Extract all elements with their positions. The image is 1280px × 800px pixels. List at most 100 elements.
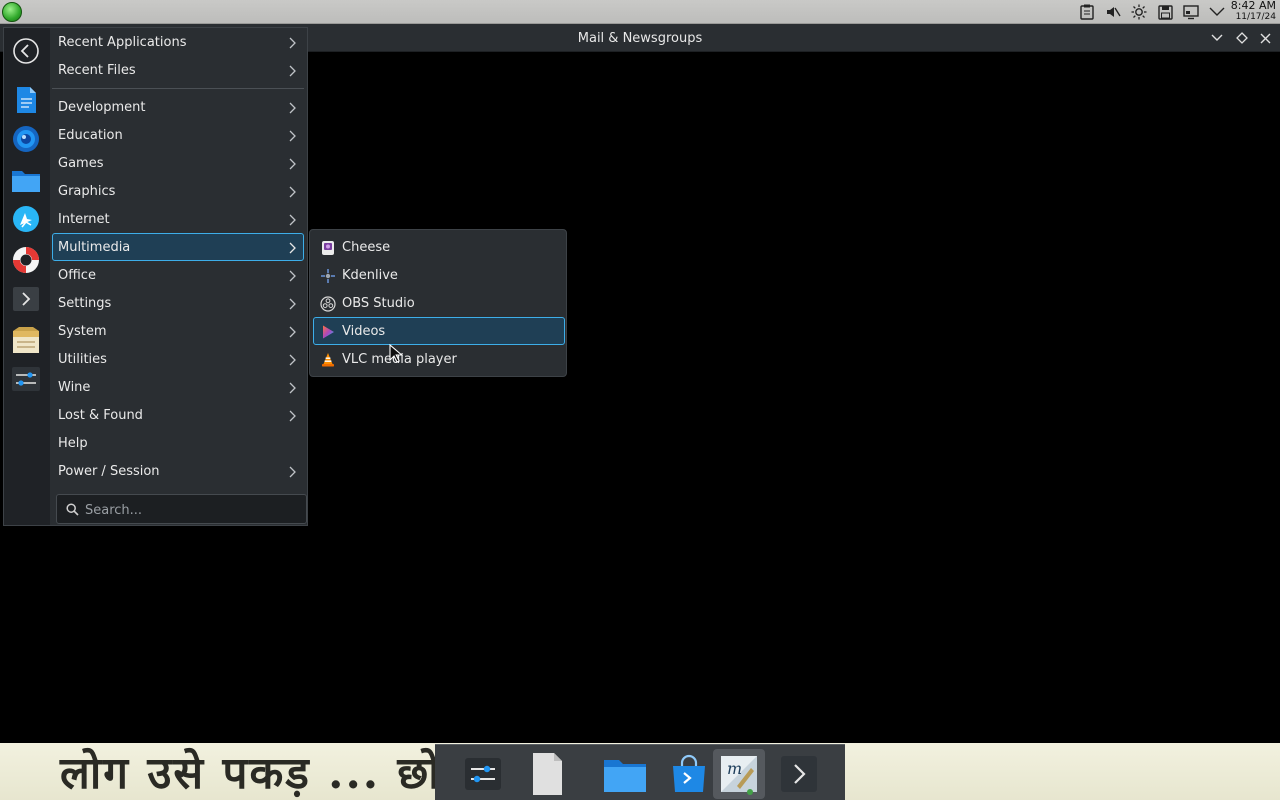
menu-category-label: Lost & Found [58,408,143,423]
submenu-item-cheese[interactable]: Cheese [313,233,565,261]
chevron-right-icon [289,214,296,226]
menu-category-internet[interactable]: Internet [52,205,304,233]
favorites-sidebar [4,28,50,525]
submenu-item-label: Videos [342,324,386,339]
mouse-cursor-icon [389,344,403,363]
application-menu: Recent Applications Recent Files Develop… [3,27,308,526]
display-icon[interactable] [1182,3,1200,21]
menu-category-education[interactable]: Education [52,121,304,149]
brightness-icon[interactable] [1130,3,1148,21]
chevron-right-icon [289,37,296,49]
dock-store-icon[interactable] [663,749,715,799]
clock[interactable]: 8:42 AM 11/17/24 [1226,0,1276,24]
volume-muted-icon[interactable] [1104,3,1122,21]
back-icon[interactable] [11,36,41,66]
system-settings-icon[interactable] [11,124,41,154]
chevron-down-icon[interactable] [1208,3,1226,21]
taskbar-dock: m [435,744,845,800]
menu-category-lost-and-found[interactable]: Lost & Found [52,401,304,429]
submenu-item-label: Kdenlive [342,268,398,283]
menu-category-label: Graphics [58,184,116,199]
svg-text:m: m [727,759,742,778]
cheese-icon [322,241,334,255]
chevron-right-icon [289,326,296,338]
save-icon[interactable] [1156,3,1174,21]
minimize-icon[interactable] [1209,30,1225,46]
file-manager-icon[interactable] [11,165,41,195]
menu-category-label: Education [58,128,123,143]
chevron-right-icon [289,466,296,478]
menu-category-label: Wine [58,380,91,395]
dock-mail-app-icon[interactable]: m [713,749,765,799]
submenu-item-vlc[interactable]: VLC media player [313,345,565,373]
chevron-right-icon [289,298,296,310]
dock-file-manager-icon[interactable] [599,749,651,799]
chevron-right-icon [289,354,296,366]
clock-time: 8:42 AM [1230,0,1276,12]
search-icon [66,503,79,516]
submenu-item-videos[interactable]: Videos [313,317,565,345]
search-field[interactable] [56,494,307,524]
menu-category-label: Internet [58,212,110,227]
discover-icon[interactable] [11,204,41,234]
menu-category-multimedia[interactable]: Multimedia [52,233,304,261]
chevron-right-icon [289,102,296,114]
desktop: 8:42 AM 11/17/24 Mail & Newsgroups Recen… [0,0,1280,800]
search-input[interactable] [85,501,300,519]
menu-category-label: Utilities [58,352,107,367]
close-icon[interactable] [1257,30,1273,46]
menu-category-label: Development [58,100,146,115]
menu-category-development[interactable]: Development [52,93,304,121]
menu-category-games[interactable]: Games [52,149,304,177]
application-launcher-icon[interactable] [2,2,22,22]
kdenlive-icon [321,269,335,283]
multimedia-submenu: Cheese Kdenlive OBS Studio Videos VLC me… [309,229,567,377]
submenu-item-obs-studio[interactable]: OBS Studio [313,289,565,317]
settings-sliders-icon[interactable] [11,364,41,394]
menu-category-label: Recent Files [58,63,136,78]
help-center-icon[interactable] [11,245,41,275]
menu-category-label: Power / Session [58,464,160,479]
chevron-right-icon [289,382,296,394]
menu-category-office[interactable]: Office [52,261,304,289]
chevron-right-icon [289,186,296,198]
terminal-icon[interactable] [11,284,41,314]
dock-settings-sliders-icon[interactable] [457,749,509,799]
menu-separator [52,88,304,89]
menu-category-utilities[interactable]: Utilities [52,345,304,373]
menu-category-label: System [58,324,107,339]
clipboard-icon[interactable] [1078,3,1096,21]
menu-category-recent-files[interactable]: Recent Files [52,56,304,84]
submenu-item-kdenlive[interactable]: Kdenlive [313,261,565,289]
menu-category-label: Help [58,436,88,451]
submenu-item-label: OBS Studio [342,296,415,311]
chevron-right-icon [289,410,296,422]
menu-category-wine[interactable]: Wine [52,373,304,401]
system-tray [1078,3,1226,21]
menu-category-system[interactable]: System [52,317,304,345]
dock-next-arrow-icon[interactable] [773,749,825,799]
menu-item-help[interactable]: Help [52,429,304,457]
dock-document-icon[interactable] [521,749,573,799]
menu-category-label: Recent Applications [58,35,187,50]
menu-category-label: Settings [58,296,112,311]
submenu-item-label: Cheese [342,240,391,255]
videos-play-icon [323,325,334,339]
menu-category-graphics[interactable]: Graphics [52,177,304,205]
chevron-right-icon [289,130,296,142]
maximize-icon[interactable] [1234,30,1250,46]
chevron-right-icon [289,242,296,254]
menu-category-label: Office [58,268,96,283]
chevron-right-icon [289,158,296,170]
chevron-right-icon [289,270,296,282]
chevron-right-icon [289,65,296,77]
clock-date: 11/17/24 [1235,12,1276,22]
archive-icon[interactable] [11,325,41,355]
menu-category-label: Games [58,156,104,171]
menu-category-recent-applications[interactable]: Recent Applications [52,28,304,56]
vlc-cone-icon [322,353,334,367]
menu-category-settings[interactable]: Settings [52,289,304,317]
text-editor-icon[interactable] [11,85,41,115]
menu-category-power-session[interactable]: Power / Session [52,457,304,485]
top-panel: 8:42 AM 11/17/24 [0,0,1280,24]
